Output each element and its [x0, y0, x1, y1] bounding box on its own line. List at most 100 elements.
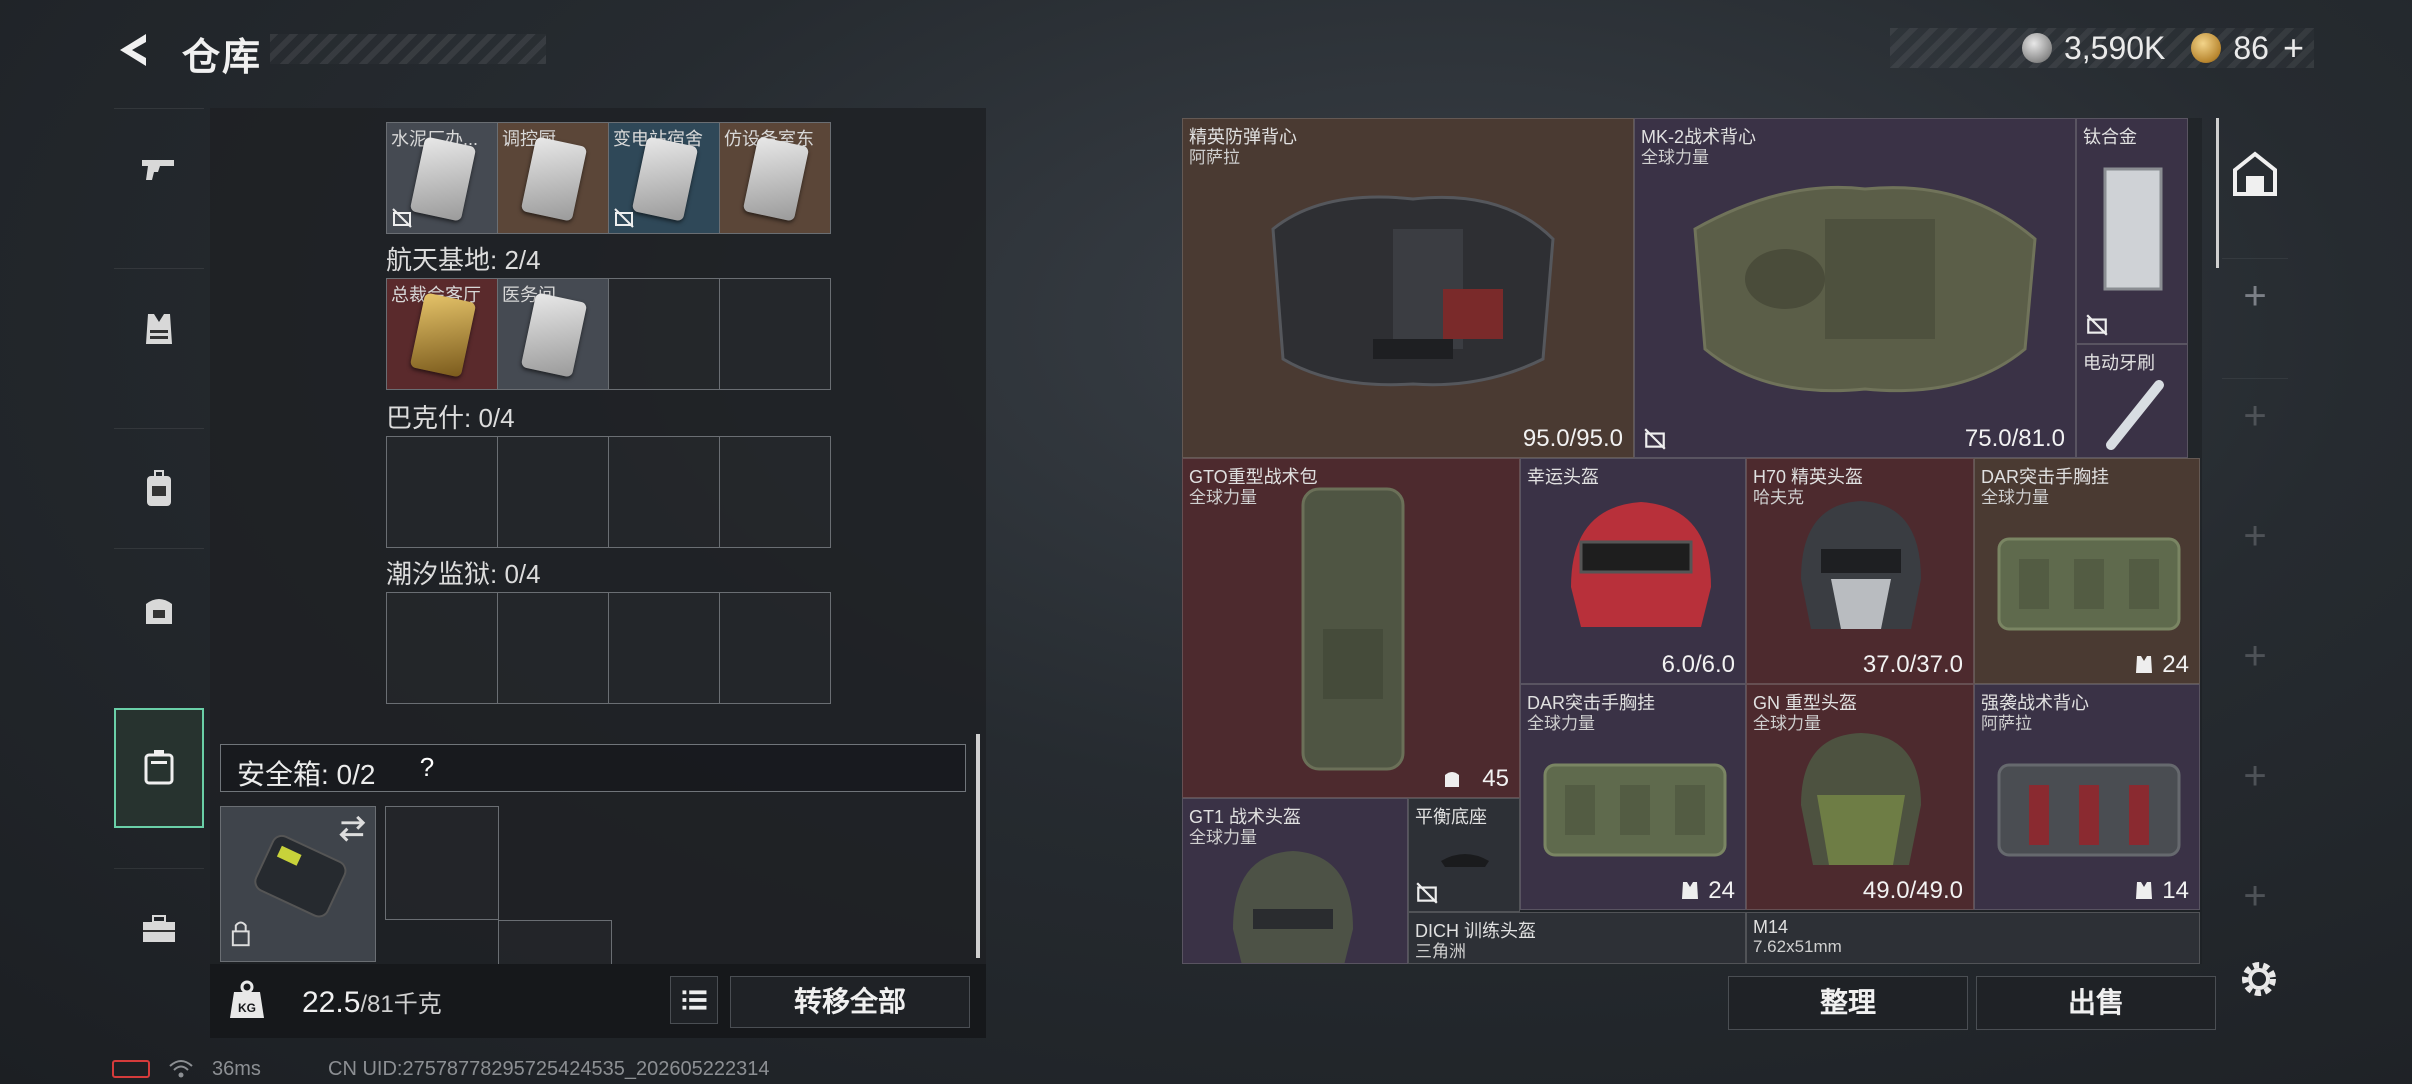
transfer-all-button[interactable]: 转移全部: [730, 976, 970, 1028]
keycard-slot-empty[interactable]: [608, 436, 720, 548]
tactical-vest-image: [1693, 185, 2037, 393]
add-storage-button[interactable]: +: [2236, 634, 2274, 679]
keycard-slot-empty[interactable]: [608, 592, 720, 704]
tactical-helmet-image: [1233, 851, 1353, 963]
keycard-slot[interactable]: 总裁会客厅: [386, 278, 498, 390]
vest-capacity-icon: [2136, 882, 2152, 899]
keycard-slot-empty[interactable]: [719, 592, 831, 704]
no-lock-icon: [2086, 314, 2108, 336]
armor-vest-image: [1271, 195, 1555, 387]
no-lock-icon: [1644, 428, 1666, 450]
inventory-item[interactable]: 精英防弹背心 阿萨拉 95.0/95.0: [1182, 118, 1634, 458]
space-base-label: 航天基地: 2/4: [386, 245, 541, 275]
keycard-slot-empty[interactable]: [497, 592, 609, 704]
keycard-row-3: [386, 436, 831, 548]
inventory-item[interactable]: 电动牙刷: [2076, 344, 2188, 458]
add-storage-button[interactable]: +: [2236, 394, 2274, 439]
safe-case-image: [231, 815, 366, 947]
inventory-item[interactable]: M14 7.62x51mm: [1746, 912, 2200, 964]
bag-icon: [146, 599, 172, 624]
ping-readout: 36ms: [212, 1058, 261, 1080]
inventory-item[interactable]: DAR突击手胸挂 全球力量 24: [1974, 458, 2200, 684]
settings-gear-icon[interactable]: [2236, 956, 2282, 1002]
sidebar-item-toolbox[interactable]: [114, 868, 204, 989]
inventory-item[interactable]: 幸运头盔 6.0/6.0: [1520, 458, 1746, 684]
safe-box-label: 安全箱: 0/2: [237, 759, 376, 790]
gold-amount: 86: [2233, 29, 2269, 66]
inventory-item[interactable]: H70 精英头盔 哈夫克 37.0/37.0: [1746, 458, 1974, 684]
inventory-item[interactable]: GTO重型战术包 全球力量 45: [1182, 458, 1520, 798]
electric-toothbrush-image: [2106, 380, 2164, 450]
keycard-slot-empty[interactable]: [608, 278, 720, 390]
safe-case-slot[interactable]: [220, 806, 376, 962]
list-view-button[interactable]: [670, 976, 718, 1024]
safe-box-slot[interactable]: [385, 806, 499, 920]
inventory-item[interactable]: 强袭战术背心 阿萨拉 14: [1974, 684, 2200, 910]
safe-box-icon: [144, 750, 174, 785]
warehouse-tab-icon[interactable]: [2230, 148, 2280, 198]
keycard-slot-empty[interactable]: [386, 592, 498, 704]
user-uid: CN UID:27578778295725424535_202605222314: [328, 1058, 770, 1080]
title-decoration: [270, 34, 546, 64]
sidebar-item-safebox[interactable]: [114, 708, 204, 828]
keycard-slot[interactable]: 医务间: [497, 278, 609, 390]
no-lock-icon: [1416, 882, 1438, 904]
sidebar-item-weapons[interactable]: [114, 108, 204, 229]
backpack-icon: [147, 470, 171, 506]
keycard-slot[interactable]: 仿设备室东: [719, 122, 831, 234]
add-storage-button[interactable]: +: [2236, 274, 2274, 319]
back-arrow-icon[interactable]: [112, 28, 156, 72]
vest-capacity-icon: [1682, 882, 1698, 899]
keycard-slot[interactable]: 变电站宿舍: [608, 122, 720, 234]
keycard-slot-empty[interactable]: [719, 278, 831, 390]
rail-divider: [2222, 378, 2288, 379]
keycard-slot-empty[interactable]: [386, 436, 498, 548]
keycard-slot[interactable]: 水泥厂办...: [386, 122, 498, 234]
silver-coin-icon: [2021, 33, 2052, 63]
add-storage-button[interactable]: +: [2236, 874, 2274, 919]
assault-vest-image: [1997, 763, 2181, 857]
add-storage-button[interactable]: +: [2236, 754, 2274, 799]
add-currency-button[interactable]: +: [2283, 27, 2304, 69]
keycard-slot-empty[interactable]: [719, 436, 831, 548]
storage-tabs: + + + + + +: [2212, 118, 2298, 964]
keycard-row-1: 水泥厂办... 调控厨 变电站宿舍 仿设备室东: [386, 122, 831, 234]
keycard-slot[interactable]: 调控厨: [497, 122, 609, 234]
bag-capacity-icon: [1445, 772, 1459, 787]
keycard-slot-empty[interactable]: [497, 436, 609, 548]
no-lock-icon: [392, 208, 412, 228]
inventory-item[interactable]: GN 重型头盔 全球力量 49.0/49.0: [1746, 684, 1974, 910]
inventory-item[interactable]: DICH 训练头盔 三角洲: [1408, 912, 1746, 964]
inventory-item[interactable]: GT1 战术头盔 全球力量: [1182, 798, 1408, 964]
vest-icon: [146, 314, 172, 344]
list-icon: [682, 990, 707, 1010]
weight-bar: KG 22.5/81千克 转移全部: [210, 964, 986, 1038]
gold-coin-icon: [2191, 33, 2222, 63]
chest-rig-image: [1543, 763, 1727, 857]
svg-text:KG: KG: [238, 1001, 256, 1015]
vest-capacity-icon: [2136, 656, 2152, 673]
help-button[interactable]: ?: [411, 751, 443, 783]
sort-button[interactable]: 整理: [1728, 976, 1968, 1030]
page-title: 仓库: [182, 37, 263, 79]
keycard-row-2: 总裁会客厅 医务间: [386, 278, 831, 390]
safe-box-header: 安全箱: 0/2 ?: [220, 744, 966, 792]
sidebar-item-vest[interactable]: [114, 268, 204, 389]
balance-base-image: [1441, 854, 1489, 867]
titanium-alloy-image: [2103, 167, 2163, 291]
sell-button[interactable]: 出售: [1976, 976, 2216, 1030]
weight-kg-icon: KG: [230, 980, 264, 1018]
inventory-item[interactable]: 钛合金: [2076, 118, 2188, 344]
elite-helmet-image: [1801, 501, 1921, 629]
inventory-item[interactable]: DAR突击手胸挂 全球力量 24: [1520, 684, 1746, 910]
sidebar-item-backpack[interactable]: [114, 428, 204, 549]
sidebar-item-bag[interactable]: [114, 548, 204, 669]
add-storage-button[interactable]: +: [2236, 514, 2274, 559]
left-scrollbar[interactable]: [976, 734, 980, 958]
inventory-item[interactable]: 平衡底座: [1408, 798, 1520, 912]
no-lock-icon: [614, 208, 634, 228]
silver-amount: 3,590K: [2063, 29, 2166, 66]
inventory-item[interactable]: MK-2战术背心 全球力量 75.0/81.0: [1634, 118, 2076, 458]
chest-rig-image: [1997, 537, 2181, 631]
bakesh-label: 巴克什: 0/4: [386, 403, 515, 433]
